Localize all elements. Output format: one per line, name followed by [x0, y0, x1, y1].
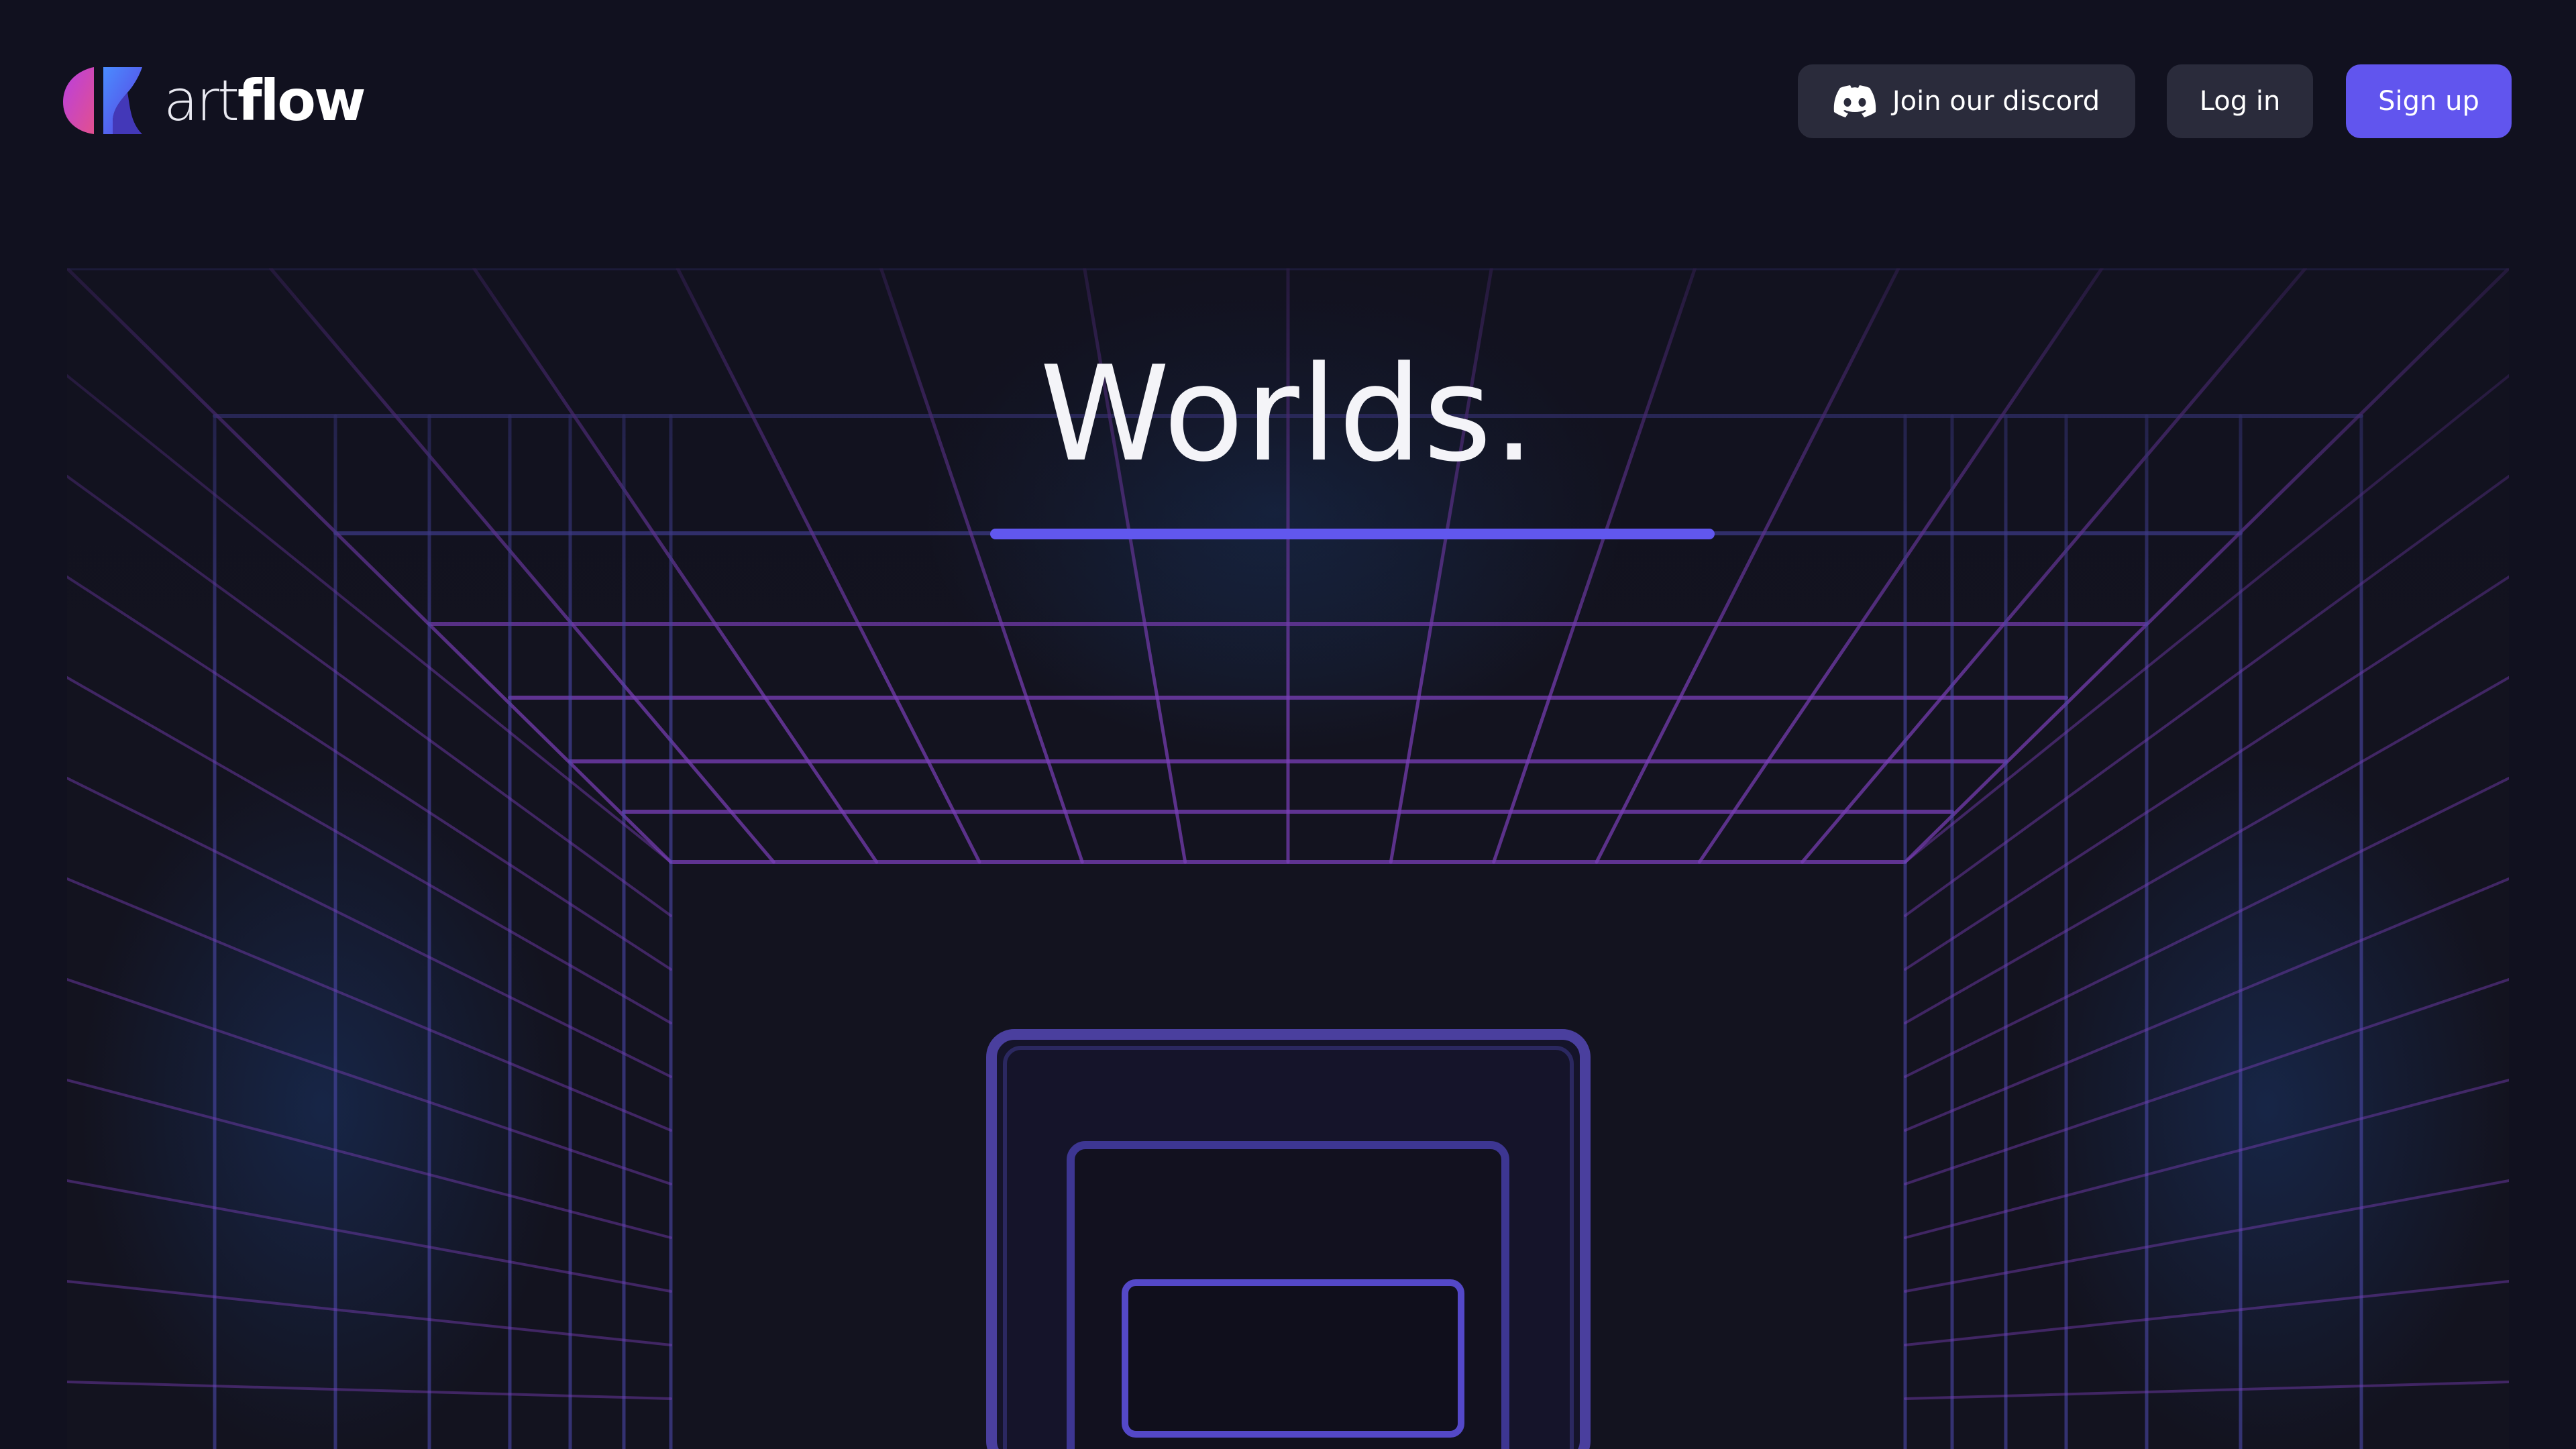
login-label: Log in — [2199, 86, 2281, 117]
logo-wordmark: artflow — [164, 72, 366, 129]
hero-title: Worlds. — [1039, 338, 1537, 491]
artflow-logo-icon — [63, 67, 142, 134]
signup-button[interactable]: Sign up — [2346, 64, 2512, 138]
logo-wordmark-flow: flow — [237, 68, 366, 133]
artflow-logo[interactable]: artflow — [63, 66, 366, 136]
logo-wordmark-art: art — [164, 68, 239, 133]
signup-label: Sign up — [2378, 86, 2479, 117]
login-button[interactable]: Log in — [2167, 64, 2313, 138]
hero-title-underline — [990, 529, 1715, 539]
page: artflow Join our discord Log in Sign up — [0, 0, 2576, 1449]
join-discord-label: Join our discord — [1892, 86, 2100, 117]
join-discord-button[interactable]: Join our discord — [1798, 64, 2135, 138]
discord-icon — [1833, 85, 1876, 117]
